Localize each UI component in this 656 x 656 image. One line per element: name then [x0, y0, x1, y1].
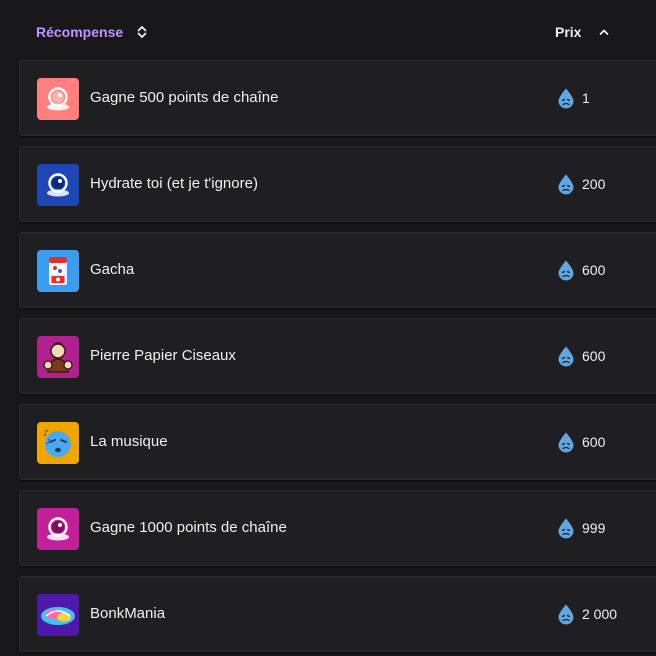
sort-by-price-button[interactable]: Prix [555, 24, 609, 40]
reward-price: 600 [556, 233, 605, 307]
reward-price: 2 000 [556, 577, 617, 651]
channel-points-drop-icon [556, 431, 576, 453]
reward-title: Gacha [90, 261, 135, 278]
reward-title: Pierre Papier Ciseaux [90, 347, 236, 364]
reward-price: 999 [556, 491, 605, 565]
chevron-up-icon [599, 28, 609, 36]
price-value: 600 [582, 348, 606, 364]
channel-points-drop-icon [556, 603, 576, 625]
table-header: Récompense Prix [0, 0, 656, 60]
svg-text:♪: ♪ [46, 438, 50, 446]
sort-updown-icon [137, 25, 147, 39]
crystal-ball-icon [37, 164, 79, 206]
reward-row[interactable]: BonkMania 2 000 [19, 576, 656, 652]
reward-price: 200 [556, 147, 605, 221]
reward-row[interactable]: Pierre Papier Ciseaux 600 [19, 318, 656, 394]
channel-points-drop-icon [556, 259, 576, 281]
reward-row[interactable]: Hydrate toi (et je t'ignore) 200 [19, 146, 656, 222]
rewards-list: Gagne 500 points de chaîne 1 Hydrate toi… [19, 60, 656, 656]
channel-points-drop-icon [556, 345, 576, 367]
crystal-ball-icon [37, 78, 79, 120]
reward-title: Gagne 1000 points de chaîne [90, 519, 287, 536]
reward-row[interactable]: Gacha 600 [19, 232, 656, 308]
reward-price: 1 [556, 61, 590, 135]
bonkmania-logo-icon [37, 594, 79, 636]
channel-points-drop-icon [556, 517, 576, 539]
price-column-header: Prix [555, 24, 582, 40]
reward-title: BonkMania [90, 605, 166, 622]
reward-title: La musique [90, 433, 168, 450]
reward-row[interactable]: Gagne 1000 points de chaîne 999 [19, 490, 656, 566]
price-value: 600 [582, 262, 606, 278]
crystal-ball-icon [37, 508, 79, 550]
price-value: 1 [582, 90, 590, 106]
reward-price: 600 [556, 319, 605, 393]
reward-row[interactable]: ♪ ♪ La musique 600 [19, 404, 656, 480]
reward-row[interactable]: Gagne 500 points de chaîne 1 [19, 60, 656, 136]
channel-points-drop-icon [556, 87, 576, 109]
reward-title: Gagne 500 points de chaîne [90, 89, 279, 106]
sort-by-reward-button[interactable]: Récompense [36, 24, 147, 40]
music-face-icon: ♪ ♪ [37, 422, 79, 464]
price-value: 600 [582, 434, 606, 450]
price-value: 999 [582, 520, 606, 536]
price-value: 2 000 [582, 606, 618, 622]
reward-title: Hydrate toi (et je t'ignore) [90, 175, 258, 192]
reward-price: 600 [556, 405, 605, 479]
price-value: 200 [582, 176, 606, 192]
channel-points-drop-icon [556, 173, 576, 195]
gacha-machine-icon [37, 250, 79, 292]
reward-column-header: Récompense [36, 24, 124, 40]
rewards-table: Récompense Prix Gagne 500 points de chaî… [0, 0, 656, 656]
character-icon [37, 336, 79, 378]
